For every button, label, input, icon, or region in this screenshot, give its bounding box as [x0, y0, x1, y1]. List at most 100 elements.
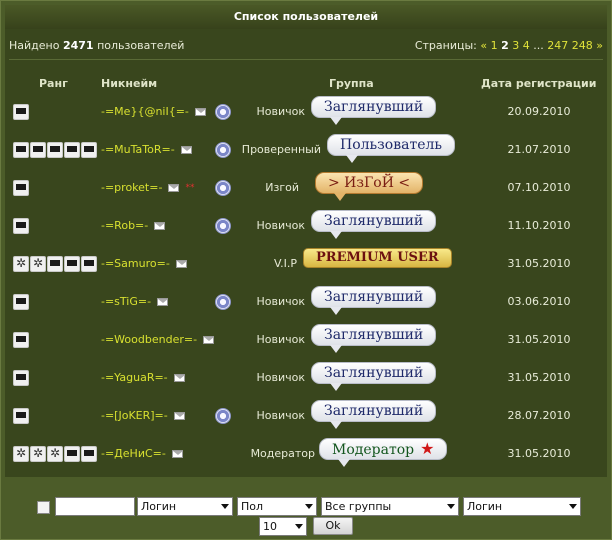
sort-field-select[interactable]: Логин — [137, 497, 233, 516]
rank-icons — [13, 142, 97, 158]
table-row: -=MuTaToR=- Проверенный Пользователь 21.… — [5, 131, 607, 168]
clock-icon — [215, 218, 231, 234]
page-link-3[interactable]: 3 — [512, 39, 519, 52]
star-icon: ✲ — [30, 256, 46, 272]
registration-date: 11.10.2010 — [507, 219, 571, 232]
registration-date: 31.05.2010 — [507, 371, 571, 384]
page-link-247[interactable]: 247 — [547, 39, 568, 52]
search-input[interactable] — [55, 497, 135, 516]
chevron-down-icon — [295, 524, 303, 529]
star-icon: ✲ — [47, 446, 63, 462]
rank-icon — [64, 142, 80, 158]
rank-icons — [13, 104, 29, 120]
column-header-nick: Никнейм — [101, 77, 158, 90]
per-page-select[interactable]: 10 — [259, 517, 307, 536]
user-group: Новичок — [256, 295, 305, 308]
rank-icon — [13, 180, 29, 196]
rank-icon — [81, 446, 97, 462]
mail-icon[interactable] — [180, 145, 192, 154]
filter-bar: Логин Пол Все группы Логин 10 Ok — [5, 477, 607, 537]
ok-button[interactable]: Ok — [313, 517, 353, 535]
clock-icon — [215, 142, 231, 158]
rank-icon — [13, 218, 29, 234]
chevron-down-icon — [221, 504, 229, 509]
mail-icon[interactable] — [157, 297, 169, 306]
page-link-4[interactable]: 4 — [523, 39, 530, 52]
gender-select[interactable]: Пол — [237, 497, 317, 516]
mail-icon[interactable] — [173, 373, 185, 382]
mail-icon[interactable] — [175, 259, 187, 268]
mail-icon[interactable] — [168, 183, 180, 192]
table-row: ✲ ✲ -=Samuro=- V.I.P PREMIUM USER 31.05.2… — [5, 245, 607, 282]
rank-icon — [81, 142, 97, 158]
rank-icon — [64, 446, 80, 462]
chevron-down-icon — [447, 504, 455, 509]
user-group: Проверенный — [241, 143, 321, 156]
table-row: -=YaguaR=- Новичок Заглянувший 31.05.201… — [5, 359, 607, 396]
rank-icon — [13, 142, 29, 158]
table-row: -=[JoKER]=- Новичок Заглянувший 28.07.20… — [5, 397, 607, 434]
table-row: -=Rob=- Новичок Заглянувший 11.10.2010 — [5, 207, 607, 244]
star-icon: ✲ — [13, 446, 29, 462]
group-badge: Заглянувший — [311, 210, 437, 239]
group-badge: PREMIUM USER — [303, 248, 452, 268]
rank-icon — [30, 142, 46, 158]
mail-icon[interactable] — [154, 221, 166, 230]
user-group: Новичок — [256, 409, 305, 422]
user-group: Новичок — [256, 105, 305, 118]
registration-date: 20.09.2010 — [507, 105, 571, 118]
table-row: -=Woodbender=- Новичок Заглянувший 31.05… — [5, 321, 607, 358]
user-nick-link[interactable]: -=[JoKER]=- — [101, 409, 168, 422]
registration-date: 07.10.2010 — [507, 181, 571, 194]
registration-date: 31.05.2010 — [507, 447, 571, 460]
rank-icon — [13, 294, 29, 310]
user-nick-link[interactable]: -=sTiG=- — [101, 295, 151, 308]
registration-date: 31.05.2010 — [507, 257, 571, 270]
mail-icon[interactable] — [194, 107, 206, 116]
rank-icons — [13, 180, 29, 196]
user-nick-link[interactable]: -=Rob=- — [101, 219, 148, 232]
user-group: Новичок — [256, 333, 305, 346]
user-nick-link[interactable]: -=Woodbender=- — [101, 333, 197, 346]
user-nick-link[interactable]: -=Samuro=- — [101, 257, 170, 270]
page-prev-link[interactable]: « — [480, 39, 487, 52]
group-badge: > ИзГоЙ < — [315, 172, 424, 201]
user-group: Модератор — [250, 447, 315, 460]
user-group: Новичок — [256, 371, 305, 384]
rank-icons: ✲ ✲ ✲ — [13, 446, 97, 462]
mail-icon[interactable] — [171, 449, 183, 458]
table-row: ✲ ✲ ✲ -=ДеНиС=- Модератор Модератор ★ 31.05… — [5, 435, 607, 472]
user-nick-link[interactable]: -=ДеНиС=- — [101, 447, 166, 460]
user-nick-link[interactable]: -=MuTaToR=- — [101, 143, 175, 156]
mail-icon[interactable] — [203, 335, 215, 344]
user-nick-link[interactable]: -=Me}{@niI{=- — [101, 105, 189, 118]
chevron-down-icon — [305, 504, 313, 509]
rank-icon — [13, 408, 29, 424]
rank-icons — [13, 218, 29, 234]
column-header-date: Дата регистрации — [481, 77, 597, 90]
users-panel: Список пользователей Найдено 2471 пользо… — [0, 0, 612, 540]
page-title: Список пользователей — [5, 5, 607, 29]
group-select[interactable]: Все группы — [321, 497, 459, 516]
user-nick-link[interactable]: -=YaguaR=- — [101, 371, 168, 384]
group-badge: Заглянувший — [311, 324, 437, 353]
page-link-1[interactable]: 1 — [491, 39, 498, 52]
rank-icons: ✲ ✲ — [13, 256, 97, 272]
rank-icon — [81, 256, 97, 272]
order-field-select[interactable]: Логин — [463, 497, 581, 516]
select-checkbox[interactable] — [37, 501, 50, 514]
user-nick-link[interactable]: -=proket=- — [101, 181, 162, 194]
table-row: -=sTiG=- Новичок Заглянувший 03.06.2010 — [5, 283, 607, 320]
rank-icons — [13, 332, 29, 348]
column-header-rank: Ранг — [39, 77, 68, 90]
rank-icon — [13, 332, 29, 348]
found-number: 2471 — [62, 39, 94, 52]
group-badge: Заглянувший — [311, 400, 437, 429]
page-current: 2 — [501, 39, 509, 52]
rank-icon — [47, 256, 63, 272]
registration-date: 21.07.2010 — [507, 143, 571, 156]
page-next-link[interactable]: » — [596, 39, 603, 52]
mail-icon[interactable] — [173, 411, 185, 420]
page-link-248[interactable]: 248 — [572, 39, 593, 52]
group-badge: Пользователь — [327, 134, 455, 163]
